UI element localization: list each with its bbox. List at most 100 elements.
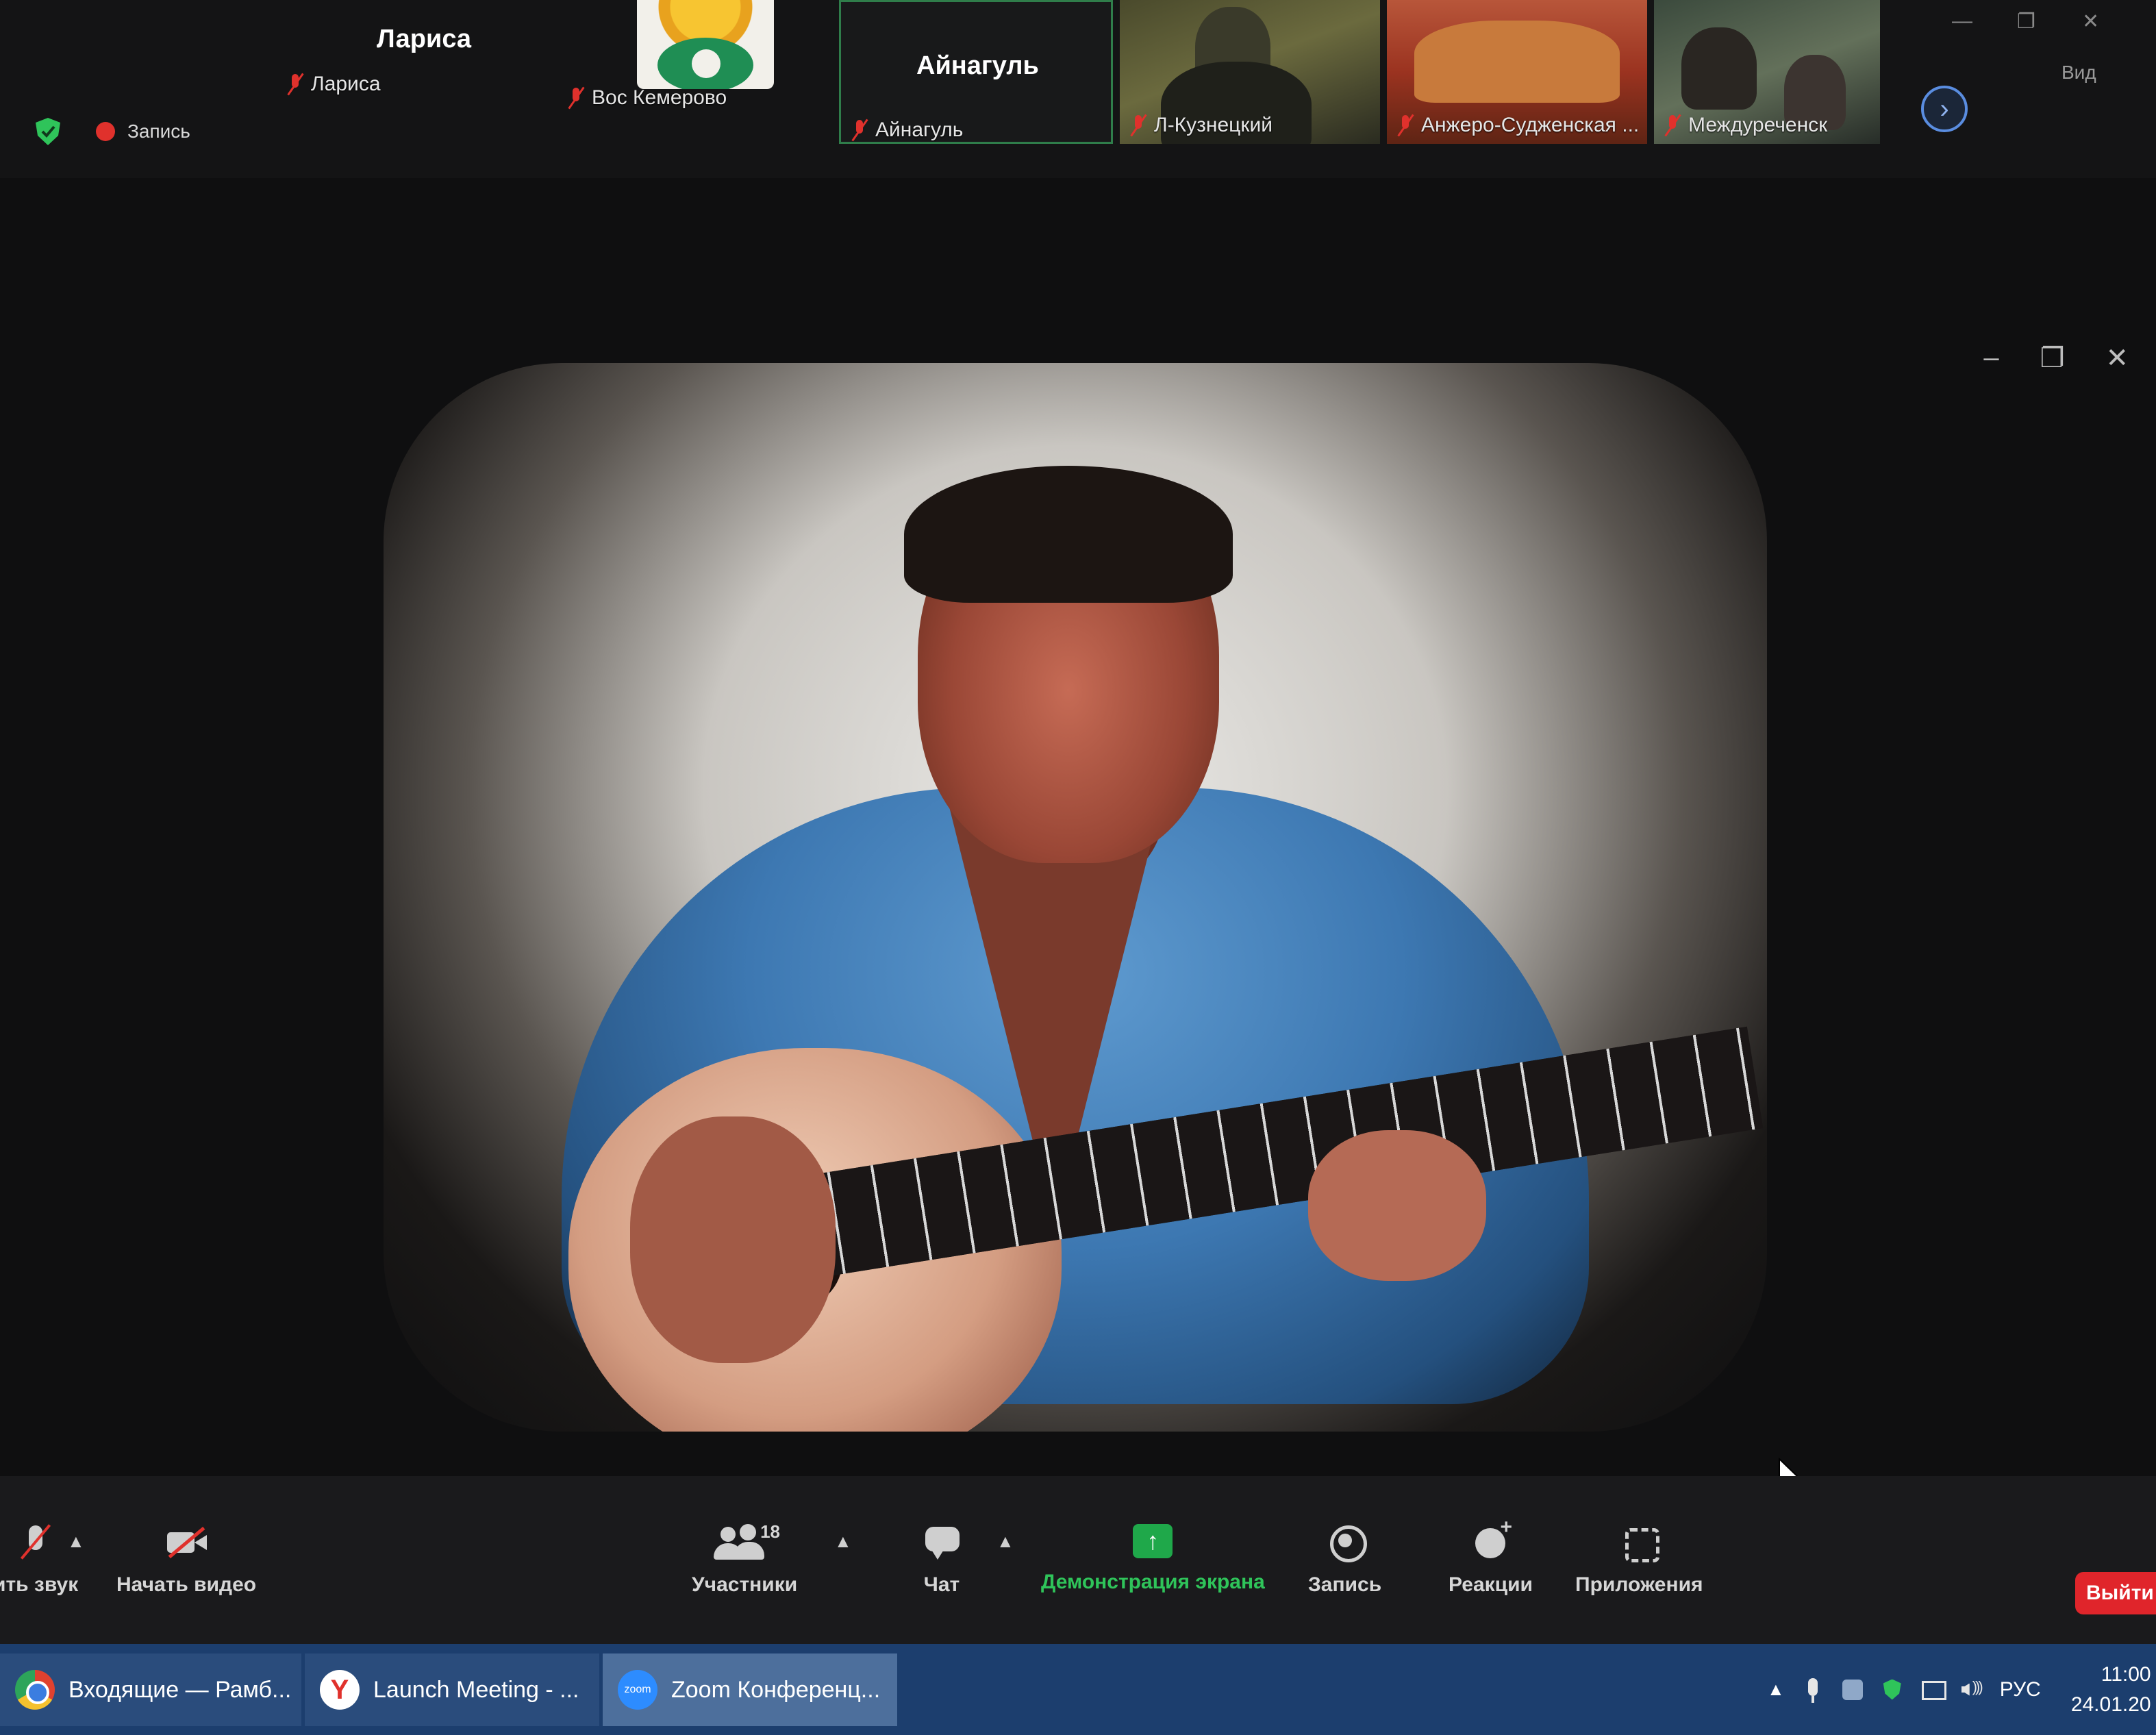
share-screen-button[interactable]: ↑ Демонстрация экрана xyxy=(1041,1524,1265,1594)
network-icon[interactable] xyxy=(1920,1677,1946,1703)
share-screen-label: Демонстрация экрана xyxy=(1041,1571,1265,1593)
mic-muted-icon xyxy=(568,86,584,110)
minimize-icon[interactable]: — xyxy=(1952,10,1972,33)
participant-display-name: Айнагуль xyxy=(916,51,1039,80)
reactions-smiley-icon xyxy=(1470,1516,1512,1561)
share-screen-arrow-icon: ↑ xyxy=(1133,1524,1173,1558)
mic-muted-icon xyxy=(288,73,303,96)
reactions-label: Реакции xyxy=(1449,1573,1533,1596)
microphone-icon[interactable] xyxy=(1801,1677,1825,1703)
logo-pupil-shape xyxy=(692,49,720,78)
participants-options-caret-icon[interactable]: ▲ xyxy=(834,1531,852,1552)
participant-tile-mezhdurechensk[interactable]: Междуреченск xyxy=(1654,0,1880,144)
record-button[interactable]: Запись xyxy=(1308,1524,1381,1597)
clock-time: 11:00 xyxy=(2101,1662,2151,1686)
chevron-right-icon: › xyxy=(1940,93,1949,124)
participant-video-stage xyxy=(1414,21,1620,103)
show-hidden-icons-caret-icon[interactable]: ▲ xyxy=(1767,1679,1785,1700)
shared-video-area: – ❐ ✕ xyxy=(0,178,2156,1476)
mic-muted-icon xyxy=(1131,114,1146,137)
mic-muted-icon xyxy=(852,118,867,142)
mic-muted-icon xyxy=(15,1524,56,1561)
taskbar-item-zoom[interactable]: zoom Zoom Конференц... xyxy=(603,1653,897,1726)
apps-button[interactable]: Приложения xyxy=(1575,1524,1703,1597)
chat-button[interactable]: Чат xyxy=(921,1524,962,1597)
participant-caption-label: Лариса xyxy=(311,73,381,95)
close-icon[interactable]: ✕ xyxy=(2082,10,2099,34)
recording-indicator[interactable]: Запись xyxy=(96,121,190,142)
clock-date: 24.01.20 xyxy=(2070,1693,2151,1716)
meeting-toolbar: ить звук ▲ Начать видео 18 Участники ▲ Ч… xyxy=(0,1476,2156,1644)
participant-caption-label: Междуреченск xyxy=(1688,114,1828,136)
minimize-icon[interactable]: – xyxy=(1983,342,1998,374)
zoom-icon: zoom xyxy=(618,1670,657,1710)
view-button[interactable]: Вид xyxy=(2061,62,2096,84)
next-participants-button[interactable]: › xyxy=(1921,86,1968,132)
reactions-button[interactable]: Реакции xyxy=(1449,1516,1533,1597)
video-off-icon xyxy=(166,1524,208,1561)
yandex-browser-icon: Y xyxy=(320,1670,360,1710)
mic-muted-icon xyxy=(1398,114,1413,137)
participants-count: 18 xyxy=(760,1521,780,1542)
leave-button[interactable]: Выйти xyxy=(2075,1572,2156,1614)
participant-caption: Анжеро-Судженская ... xyxy=(1398,114,1639,137)
antivirus-shield-icon[interactable] xyxy=(1881,1677,1904,1703)
participant-tile-larisa[interactable]: Лариса Лариса xyxy=(226,0,548,144)
apps-label: Приложения xyxy=(1575,1573,1703,1596)
strumming-hand-shape xyxy=(630,1116,836,1363)
meeting-info: Запись xyxy=(34,116,190,147)
recording-dot-icon xyxy=(96,122,115,141)
participants-label: Участники xyxy=(692,1573,798,1596)
chat-options-caret-icon[interactable]: ▲ xyxy=(996,1531,1014,1552)
start-video-button[interactable]: Начать видео xyxy=(116,1524,256,1597)
system-tray: ▲ РУС 11:00 24.01.20 xyxy=(1767,1644,2151,1735)
taskbar-clock[interactable]: 11:00 24.01.20 xyxy=(2071,1660,2151,1720)
fretting-hand-shape xyxy=(1308,1130,1486,1281)
taskbar-item-label: Входящие — Рамб... xyxy=(68,1676,292,1703)
unmute-label: ить звук xyxy=(0,1573,79,1596)
shared-video-frame xyxy=(384,363,1767,1432)
restore-icon[interactable]: ❐ xyxy=(2017,10,2035,34)
participant-tile-vos-kemerovo[interactable]: Вос Кемерово xyxy=(555,0,815,144)
participant-caption: Лариса xyxy=(288,73,381,96)
taskbar-item-label: Zoom Конференц... xyxy=(671,1676,881,1703)
participant-caption: Вос Кемерово xyxy=(568,86,727,110)
participant-strip: Запись Лариса Лариса Вос Кемерово Айнагу… xyxy=(0,0,2156,178)
vos-logo xyxy=(637,0,774,89)
participant-caption-label: Л-Кузнецкий xyxy=(1154,114,1273,136)
security-shield-icon[interactable] xyxy=(34,116,62,147)
windows-taskbar: Входящие — Рамб... Y Launch Meeting - ..… xyxy=(0,1644,2156,1735)
shared-window-controls: – ❐ ✕ xyxy=(1983,342,2129,374)
taskbar-item-label: Launch Meeting - ... xyxy=(373,1676,579,1703)
close-icon[interactable]: ✕ xyxy=(2105,342,2129,374)
participant-caption: Л-Кузнецкий xyxy=(1131,114,1273,137)
chrome-icon xyxy=(15,1670,55,1710)
input-language[interactable]: РУС xyxy=(2000,1678,2041,1701)
participant-caption: Междуреченск xyxy=(1665,114,1827,137)
participant-caption-label: Вос Кемерово xyxy=(592,86,727,109)
restore-icon[interactable]: ❐ xyxy=(2040,342,2065,374)
participant-tile-l-kuznetsky[interactable]: Л-Кузнецкий xyxy=(1120,0,1380,144)
start-video-label: Начать видео xyxy=(116,1573,257,1596)
participant-caption-label: Айнагуль xyxy=(875,118,964,141)
tray-app-icon[interactable] xyxy=(1841,1677,1864,1703)
taskbar-item-yandex-browser[interactable]: Y Launch Meeting - ... xyxy=(305,1653,599,1726)
chat-icon xyxy=(921,1524,962,1561)
record-icon xyxy=(1325,1524,1367,1562)
participant-tile-anzhero-sudzhenskaya[interactable]: Анжеро-Судженская ... xyxy=(1387,0,1647,144)
participant-display-name: Лариса xyxy=(377,25,472,53)
participant-caption-label: Анжеро-Судженская ... xyxy=(1421,114,1640,136)
chat-label: Чат xyxy=(923,1573,960,1596)
participant-caption: Айнагуль xyxy=(852,118,963,142)
volume-icon[interactable] xyxy=(1960,1677,1983,1703)
taskbar-item-chrome[interactable]: Входящие — Рамб... xyxy=(0,1653,301,1726)
participants-icon: 18 xyxy=(714,1521,780,1561)
participant-tile-aynagul[interactable]: Айнагуль Айнагуль xyxy=(839,0,1113,144)
apps-icon xyxy=(1618,1524,1660,1562)
singer-hair-shape xyxy=(904,466,1233,603)
participants-button[interactable]: 18 Участники xyxy=(692,1521,798,1597)
audio-options-caret-icon[interactable]: ▲ xyxy=(67,1531,85,1552)
recording-label: Запись xyxy=(127,121,190,142)
mic-muted-icon xyxy=(1665,114,1680,137)
participant-video-person xyxy=(1681,27,1757,110)
